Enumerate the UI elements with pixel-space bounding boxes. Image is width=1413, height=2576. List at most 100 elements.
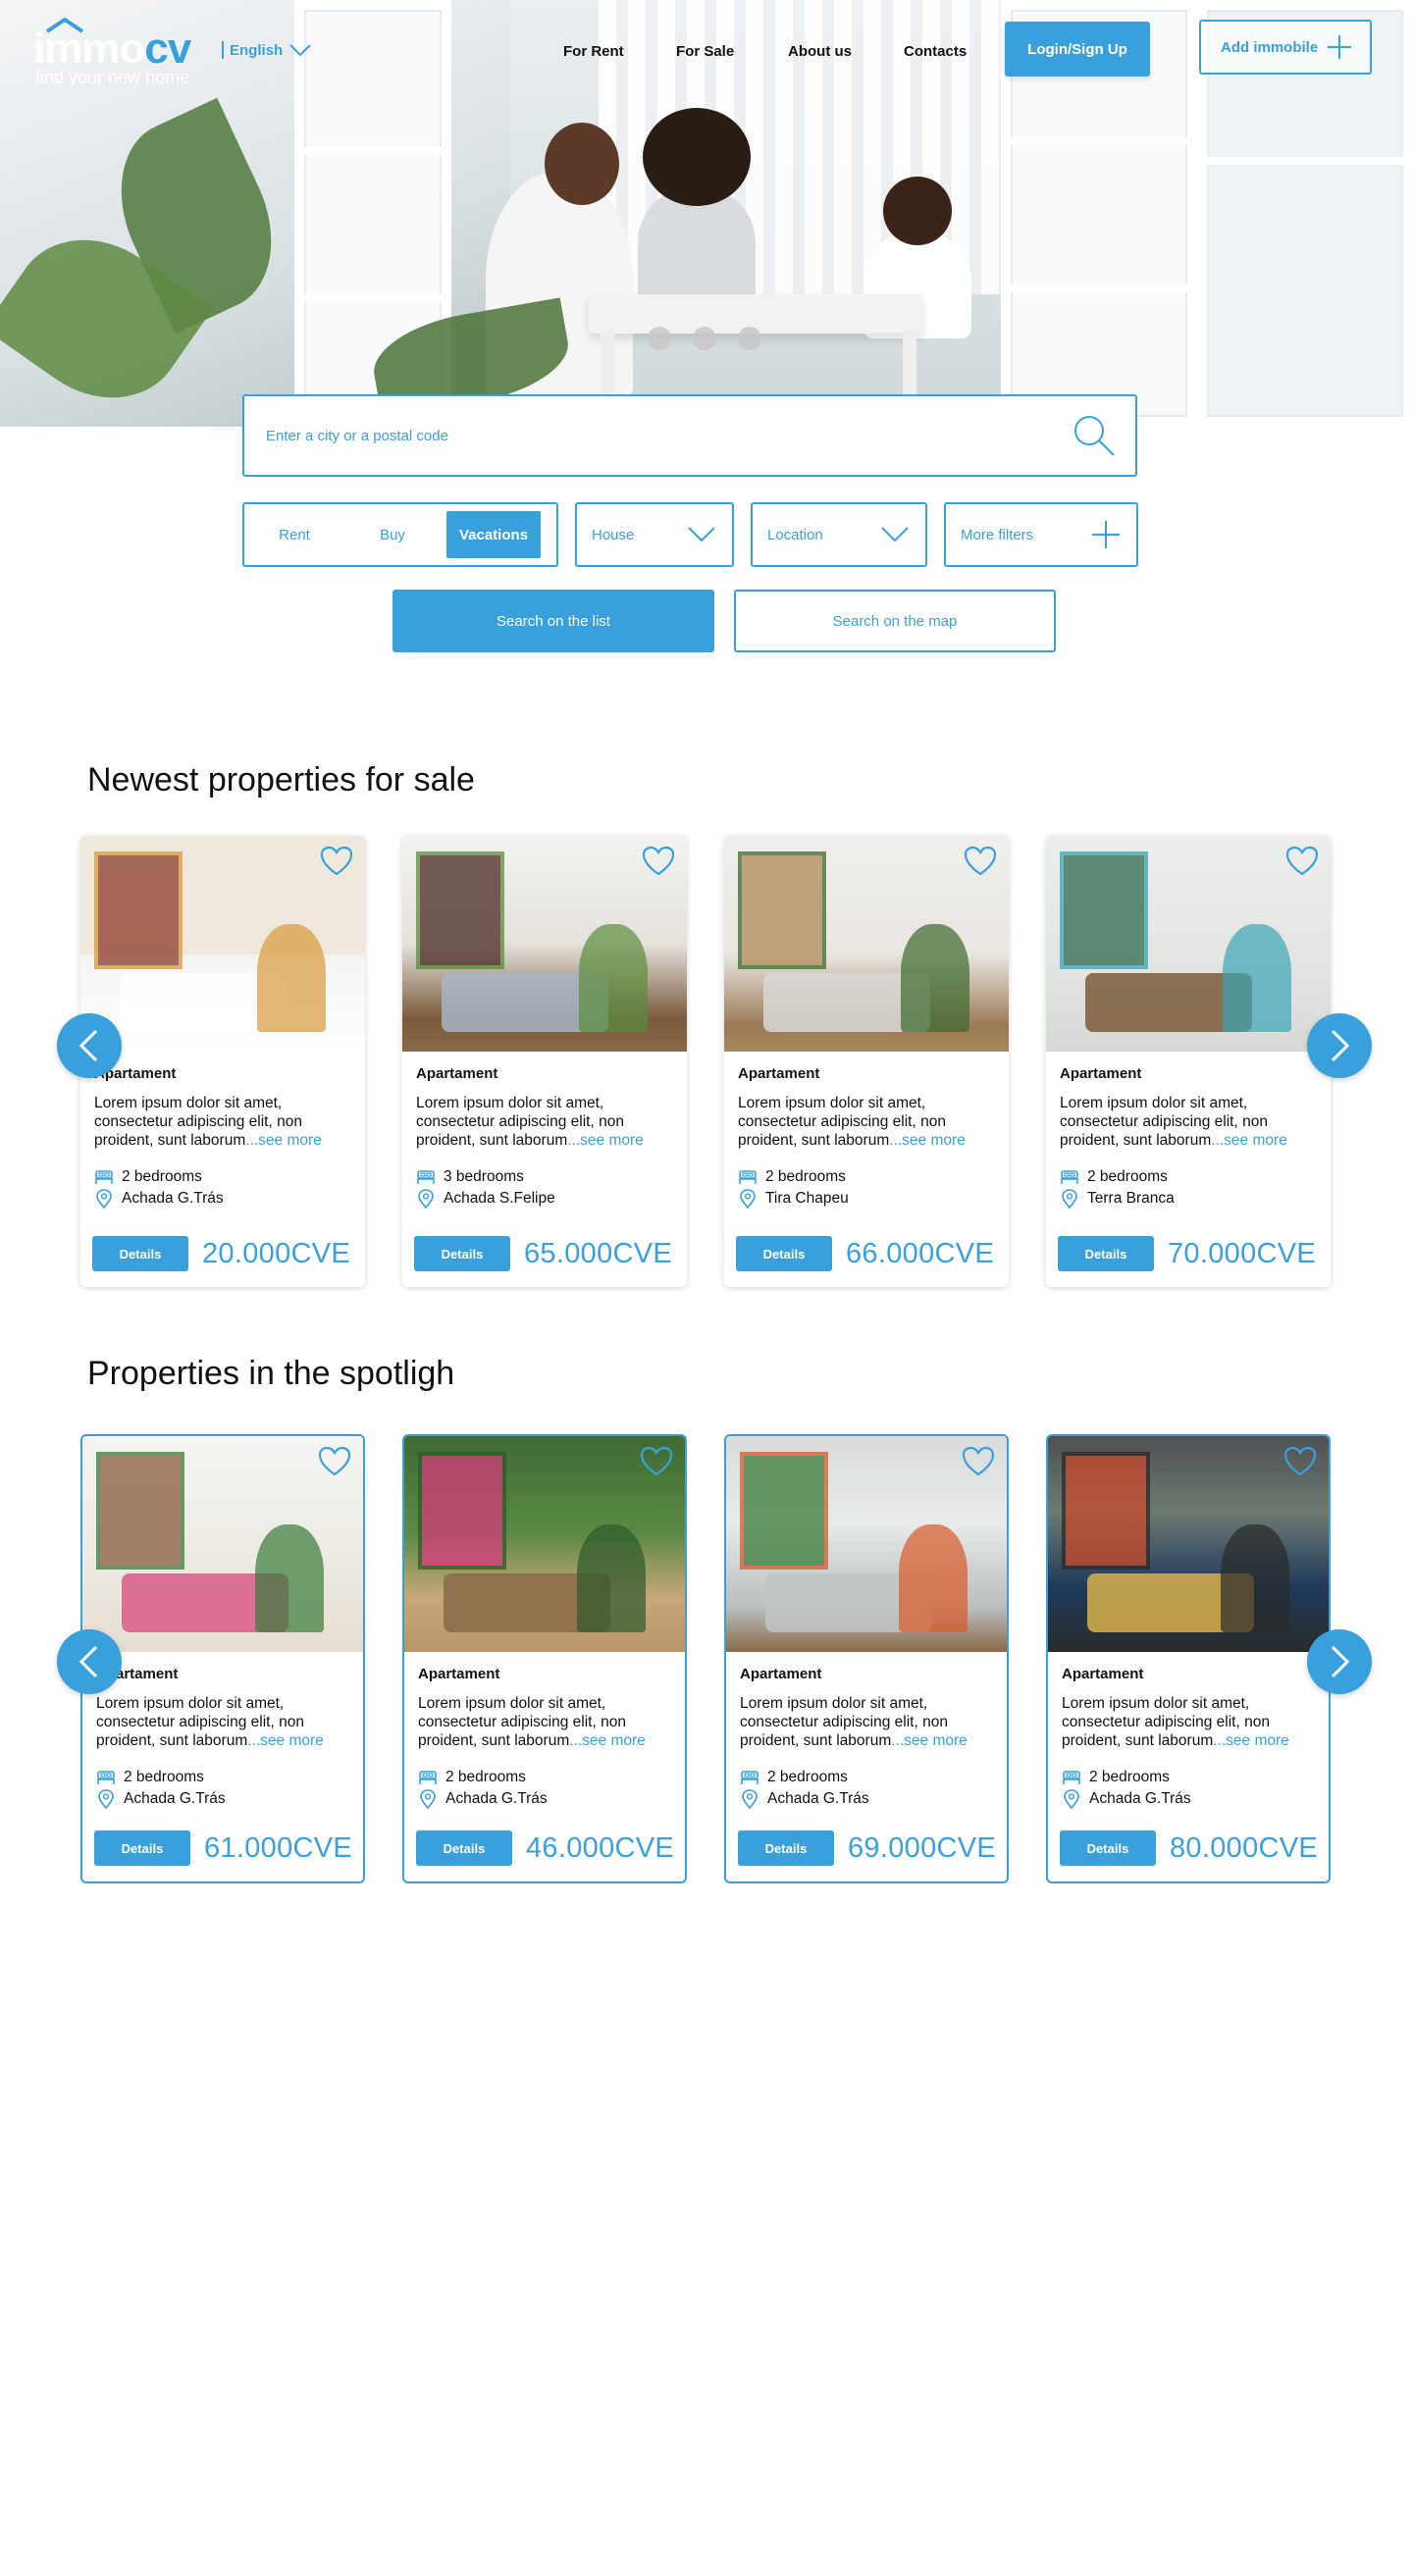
- property-location: Achada G.Trás: [1062, 1788, 1315, 1810]
- property-description: Lorem ipsum dolor sit amet, consectetur …: [740, 1694, 993, 1751]
- nav-about-us[interactable]: About us: [788, 43, 852, 60]
- heart-icon[interactable]: [320, 846, 353, 877]
- heart-icon[interactable]: [964, 846, 997, 877]
- details-button[interactable]: Details: [1060, 1830, 1156, 1866]
- property-card[interactable]: Apartament Lorem ipsum dolor sit amet, c…: [1046, 1434, 1331, 1883]
- details-button[interactable]: Details: [92, 1236, 188, 1271]
- property-bedrooms: 2 bedrooms: [1062, 1767, 1315, 1788]
- property-photo[interactable]: [724, 836, 1009, 1052]
- photo-detail: [1062, 1452, 1150, 1570]
- location-pin-icon: [1062, 1189, 1077, 1209]
- location-select[interactable]: Location: [751, 502, 927, 567]
- property-type: Apartament: [416, 1065, 498, 1082]
- carousel-next-button[interactable]: [1307, 1629, 1372, 1694]
- heart-icon[interactable]: [642, 846, 675, 877]
- property-card[interactable]: Apartament Lorem ipsum dolor sit amet, c…: [80, 836, 365, 1287]
- heart-icon[interactable]: [1283, 1446, 1317, 1477]
- property-card[interactable]: Apartament Lorem ipsum dolor sit amet, c…: [402, 1434, 687, 1883]
- photo-detail: [96, 1452, 184, 1570]
- search-list-button[interactable]: Search on the list: [392, 590, 714, 652]
- property-card[interactable]: Apartament Lorem ipsum dolor sit amet, c…: [724, 836, 1009, 1287]
- photo-detail: [1060, 851, 1148, 969]
- property-bedrooms: 2 bedrooms: [740, 1767, 993, 1788]
- property-bedrooms: 2 bedrooms: [1060, 1166, 1317, 1188]
- mode-buy[interactable]: Buy: [339, 511, 446, 558]
- property-photo[interactable]: [1046, 836, 1331, 1052]
- carousel-next-button[interactable]: [1307, 1013, 1372, 1078]
- hero-person-head: [643, 108, 751, 206]
- property-card[interactable]: Apartament Lorem ipsum dolor sit amet, c…: [1046, 836, 1331, 1287]
- photo-detail: [899, 1524, 968, 1632]
- property-description: Lorem ipsum dolor sit amet, consectetur …: [96, 1694, 349, 1751]
- chevron-left-icon: [78, 1029, 98, 1062]
- see-more-link[interactable]: ...see more: [567, 1132, 644, 1149]
- property-type-select[interactable]: House: [575, 502, 734, 567]
- property-photo[interactable]: [726, 1436, 1007, 1652]
- search-map-button[interactable]: Search on the map: [734, 590, 1056, 652]
- mode-rent[interactable]: Rent: [250, 511, 339, 558]
- logo-text-blue: cv: [144, 25, 191, 73]
- see-more-link[interactable]: ...see more: [245, 1132, 322, 1149]
- property-description: Lorem ipsum dolor sit amet, consectetur …: [418, 1694, 671, 1751]
- property-price: 46.000CVE: [526, 1831, 675, 1864]
- carousel-dot[interactable]: [648, 327, 671, 350]
- chevron-down-icon: [881, 527, 909, 542]
- location-pin-icon: [96, 1189, 112, 1209]
- property-type: Apartament: [94, 1065, 177, 1082]
- nav-contacts[interactable]: Contacts: [904, 43, 967, 60]
- carousel-prev-button[interactable]: [57, 1629, 122, 1694]
- property-photo[interactable]: [1048, 1436, 1329, 1652]
- property-photo[interactable]: [404, 1436, 685, 1652]
- search-icon[interactable]: [1073, 414, 1116, 457]
- see-more-link[interactable]: ...see more: [889, 1132, 966, 1149]
- carousel-prev-button[interactable]: [57, 1013, 122, 1078]
- property-photo[interactable]: [80, 836, 365, 1052]
- heart-icon[interactable]: [318, 1446, 351, 1477]
- divider: [222, 41, 224, 59]
- property-type: Apartament: [1062, 1666, 1144, 1682]
- property-location: Terra Branca: [1060, 1188, 1317, 1210]
- property-card[interactable]: Apartament Lorem ipsum dolor sit amet, c…: [724, 1434, 1009, 1883]
- details-button[interactable]: Details: [736, 1236, 832, 1271]
- property-photo[interactable]: [402, 836, 687, 1052]
- language-selector[interactable]: English: [222, 41, 312, 59]
- property-photo[interactable]: [82, 1436, 363, 1652]
- property-price: 20.000CVE: [202, 1237, 351, 1269]
- property-price: 70.000CVE: [1168, 1237, 1317, 1269]
- bed-icon: [97, 1771, 115, 1784]
- search-input[interactable]: [266, 427, 953, 444]
- property-price: 66.000CVE: [846, 1237, 995, 1269]
- logo[interactable]: immocv find your new home: [33, 18, 220, 94]
- heart-icon[interactable]: [962, 1446, 995, 1477]
- details-button[interactable]: Details: [414, 1236, 510, 1271]
- see-more-link[interactable]: ...see more: [891, 1732, 968, 1749]
- details-button[interactable]: Details: [94, 1830, 190, 1866]
- see-more-link[interactable]: ...see more: [569, 1732, 646, 1749]
- details-button[interactable]: Details: [416, 1830, 512, 1866]
- login-signup-button[interactable]: Login/Sign Up: [1005, 22, 1150, 77]
- heart-icon[interactable]: [1285, 846, 1319, 877]
- details-button[interactable]: Details: [1058, 1236, 1154, 1271]
- property-card[interactable]: Apartament Lorem ipsum dolor sit amet, c…: [80, 1434, 365, 1883]
- details-button[interactable]: Details: [738, 1830, 834, 1866]
- carousel-dot[interactable]: [738, 327, 761, 350]
- location-text: Tira Chapeu: [765, 1190, 849, 1207]
- property-location: Tira Chapeu: [738, 1188, 995, 1210]
- bedrooms-text: 2 bedrooms: [122, 1168, 202, 1185]
- see-more-link[interactable]: ...see more: [1213, 1732, 1289, 1749]
- more-filters-button[interactable]: More filters: [944, 502, 1138, 567]
- nav-for-rent[interactable]: For Rent: [563, 43, 624, 60]
- property-card[interactable]: Apartament Lorem ipsum dolor sit amet, c…: [402, 836, 687, 1287]
- nav-for-sale[interactable]: For Sale: [676, 43, 734, 60]
- property-bedrooms: 2 bedrooms: [96, 1767, 349, 1788]
- location-value: Location: [767, 526, 823, 543]
- carousel-dot[interactable]: [693, 327, 716, 350]
- heart-icon[interactable]: [640, 1446, 673, 1477]
- add-immobile-button[interactable]: Add immobile: [1199, 20, 1372, 75]
- bedrooms-text: 2 bedrooms: [1089, 1769, 1170, 1785]
- chevron-right-icon: [1331, 1645, 1350, 1678]
- mode-vacations[interactable]: Vacations: [446, 511, 541, 558]
- property-bedrooms: 2 bedrooms: [738, 1166, 995, 1188]
- see-more-link[interactable]: ...see more: [1211, 1132, 1287, 1149]
- see-more-link[interactable]: ...see more: [247, 1732, 324, 1749]
